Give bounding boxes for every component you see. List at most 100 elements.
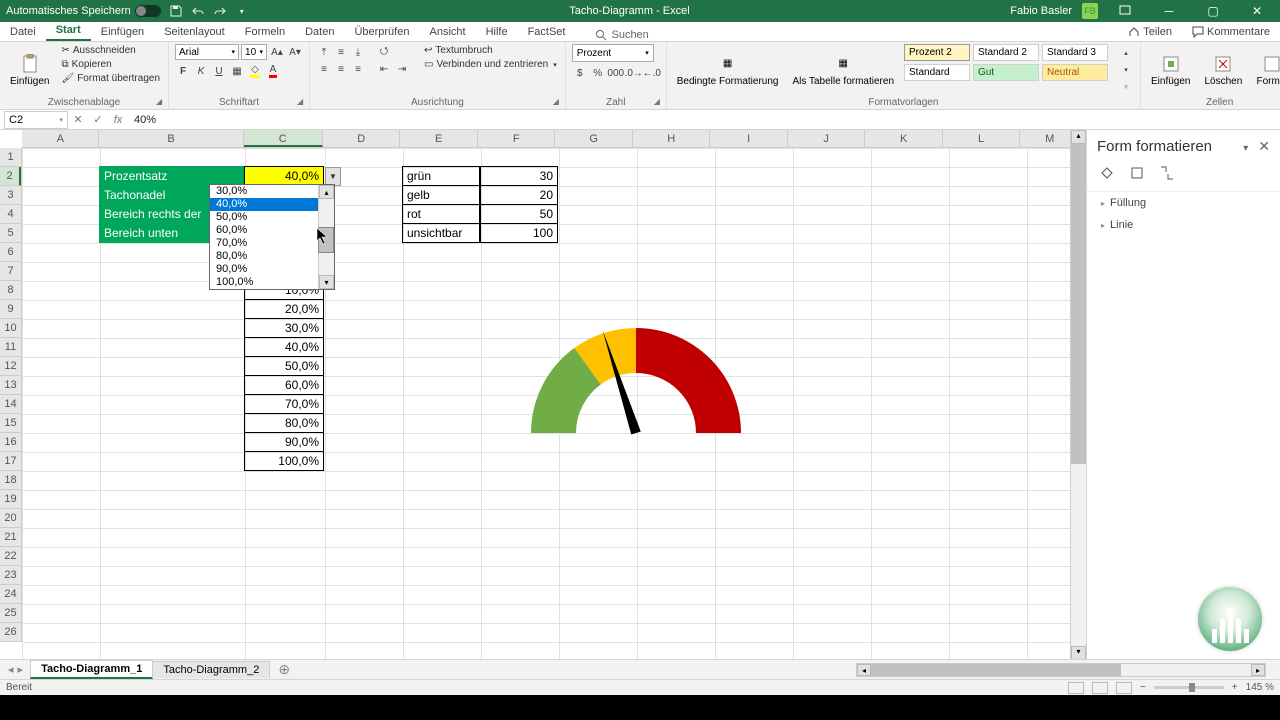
styles-up-icon[interactable]: ▴ (1118, 45, 1134, 61)
cut-button[interactable]: ✂Ausschneiden (59, 44, 162, 57)
dropdown-option-6[interactable]: 90,0% (210, 263, 334, 276)
row-header-10[interactable]: 10 (0, 319, 21, 338)
col-header-H[interactable]: H (633, 130, 710, 147)
gauge-chart[interactable] (511, 303, 761, 443)
row-header-21[interactable]: 21 (0, 528, 21, 547)
dd-scroll-thumb[interactable] (318, 227, 334, 253)
autosave-toggle[interactable]: Automatisches Speichern (6, 5, 161, 17)
tab-datei[interactable]: Datei (0, 23, 46, 41)
dropdown-option-3[interactable]: 60,0% (210, 224, 334, 237)
dd-scroll-down-icon[interactable]: ▾ (319, 275, 334, 289)
row-header-3[interactable]: 3 (0, 186, 21, 205)
undo-icon[interactable] (191, 4, 205, 18)
zoom-in-icon[interactable]: + (1232, 682, 1238, 693)
dropdown-option-1[interactable]: 40,0% (210, 198, 334, 211)
format-as-table-button[interactable]: ▦Als Tabelle formatieren (788, 44, 898, 96)
row-header-2[interactable]: 2 (0, 167, 21, 186)
share-button[interactable]: Teilen (1118, 23, 1182, 41)
delete-cells-button[interactable]: Löschen (1201, 44, 1247, 96)
tab-seitenlayout[interactable]: Seitenlayout (154, 23, 235, 41)
cell-F3[interactable]: 20 (480, 185, 558, 205)
insert-cells-button[interactable]: Einfügen (1147, 44, 1194, 96)
comma-button[interactable]: 000 (608, 65, 624, 81)
tab-hilfe[interactable]: Hilfe (476, 23, 518, 41)
row-header-5[interactable]: 5 (0, 224, 21, 243)
font-name-select[interactable]: Arial▾ (175, 44, 239, 60)
cell-C2[interactable]: 40,0% (244, 166, 324, 186)
user-name[interactable]: Fabio Basler (1010, 5, 1072, 17)
align-bottom-icon[interactable]: ⤓ (350, 44, 366, 60)
col-header-I[interactable]: I (710, 130, 787, 147)
col-header-G[interactable]: G (555, 130, 632, 147)
align-center-icon[interactable]: ≡ (333, 61, 349, 77)
cell-C11[interactable]: 40,0% (244, 337, 324, 357)
row-header-15[interactable]: 15 (0, 414, 21, 433)
tab-ueberpruefen[interactable]: Überprüfen (344, 23, 419, 41)
page-layout-view-icon[interactable] (1092, 682, 1108, 694)
tab-einfuegen[interactable]: Einfügen (91, 23, 154, 41)
add-sheet-icon[interactable]: ⊕ (270, 661, 298, 678)
style-gut[interactable]: Gut (973, 64, 1039, 81)
col-header-B[interactable]: B (99, 130, 243, 147)
row-header-9[interactable]: 9 (0, 300, 21, 319)
row-header-17[interactable]: 17 (0, 452, 21, 471)
row-header-24[interactable]: 24 (0, 585, 21, 604)
col-header-K[interactable]: K (865, 130, 942, 147)
col-header-C[interactable]: C (244, 130, 323, 147)
row-header-7[interactable]: 7 (0, 262, 21, 281)
format-cells-button[interactable]: Format (1252, 44, 1280, 96)
minimize-icon[interactable]: ─ (1152, 4, 1186, 18)
cell-C14[interactable]: 70,0% (244, 394, 324, 414)
page-break-view-icon[interactable] (1116, 682, 1132, 694)
fill-outline-tab-icon[interactable] (1097, 163, 1117, 183)
col-header-F[interactable]: F (478, 130, 555, 147)
cell-C16[interactable]: 90,0% (244, 432, 324, 452)
enter-formula-icon[interactable]: ✓ (88, 113, 108, 126)
align-middle-icon[interactable]: ≡ (333, 44, 349, 60)
row-header-4[interactable]: 4 (0, 205, 21, 224)
font-launcher-icon[interactable]: ◢ (297, 97, 307, 107)
effects-tab-icon[interactable] (1127, 163, 1147, 183)
cell-C10[interactable]: 30,0% (244, 318, 324, 338)
pane-close-icon[interactable]: ✕ (1258, 138, 1270, 154)
scroll-thumb[interactable] (1071, 144, 1086, 464)
italic-button[interactable]: K (193, 63, 209, 79)
underline-button[interactable]: U (211, 63, 227, 79)
alignment-launcher-icon[interactable]: ◢ (553, 97, 563, 107)
col-header-A[interactable]: A (22, 130, 99, 147)
row-header-14[interactable]: 14 (0, 395, 21, 414)
row-header-1[interactable]: 1 (0, 148, 21, 167)
dropdown-option-4[interactable]: 70,0% (210, 237, 334, 250)
dropdown-option-0[interactable]: 30,0% (210, 185, 334, 198)
toggle-icon[interactable] (135, 5, 161, 17)
font-size-select[interactable]: 10▾ (241, 44, 267, 60)
tab-ansicht[interactable]: Ansicht (419, 23, 475, 41)
copy-button[interactable]: ⧉Kopieren (59, 58, 162, 71)
formula-input[interactable]: 40% (128, 114, 1280, 126)
row-header-8[interactable]: 8 (0, 281, 21, 300)
style-standard[interactable]: Standard (904, 64, 970, 81)
col-header-D[interactable]: D (323, 130, 400, 147)
zoom-slider[interactable] (1154, 686, 1224, 689)
zoom-level[interactable]: 145 % (1246, 682, 1274, 693)
style-standard3[interactable]: Standard 3 (1042, 44, 1108, 61)
orientation-button[interactable]: ⭯ (376, 44, 392, 60)
percent-button[interactable]: % (590, 65, 606, 81)
cell-E5[interactable]: unsichtbar (402, 223, 480, 243)
wrap-text-button[interactable]: ↩Textumbruch (422, 44, 559, 57)
fill-color-button[interactable]: ◇ (247, 63, 263, 79)
tab-daten[interactable]: Daten (295, 23, 344, 41)
format-painter-button[interactable]: 🖌Format übertragen (59, 72, 162, 85)
align-top-icon[interactable]: ⤒ (316, 44, 332, 60)
size-tab-icon[interactable] (1157, 163, 1177, 183)
save-icon[interactable] (169, 4, 183, 18)
row-header-26[interactable]: 26 (0, 623, 21, 642)
decrease-font-icon[interactable]: A▾ (287, 44, 303, 60)
tab-start[interactable]: Start (46, 21, 91, 41)
tell-me-search[interactable]: Suchen (595, 29, 648, 41)
dropdown-option-5[interactable]: 80,0% (210, 250, 334, 263)
decrease-decimal-icon[interactable]: ←.0 (644, 65, 660, 81)
bold-button[interactable]: F (175, 63, 191, 79)
tab-formeln[interactable]: Formeln (235, 23, 295, 41)
worksheet-grid[interactable]: ABCDEFGHIJKLM 12345678910111213141516171… (0, 130, 1280, 660)
